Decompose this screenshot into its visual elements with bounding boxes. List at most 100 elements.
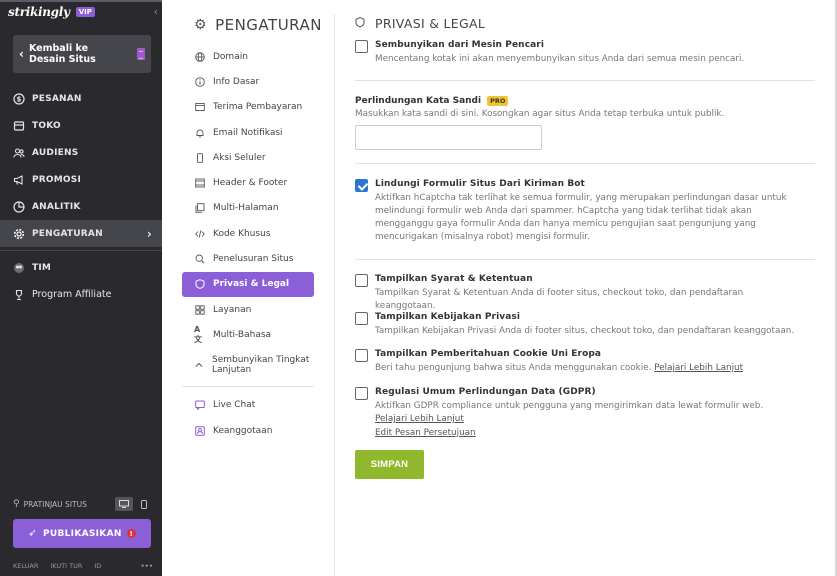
save-button[interactable]: SIMPAN (355, 450, 424, 479)
pro-badge: PRO (487, 96, 509, 106)
gdpr-checkbox[interactable] (355, 387, 368, 400)
sidebar-item-label: PROMOSI (32, 174, 82, 185)
submenu-label: Header & Footer (213, 178, 288, 189)
translate-icon: A文 (194, 324, 202, 344)
alert-badge: ! (126, 529, 136, 538)
cookie-notice-checkbox[interactable] (355, 349, 368, 362)
chevron-right-icon: › (146, 226, 152, 241)
submenu-divider (182, 385, 314, 387)
collapse-sidebar-icon[interactable]: ‹ (154, 5, 158, 18)
sidebar-item-label: PESANAN (32, 93, 82, 104)
layout-icon (194, 178, 205, 189)
submenu-item-live-chat[interactable]: Live Chat (182, 393, 314, 418)
sidebar-item-team[interactable]: TIM (0, 254, 162, 281)
submenu-item-basic-info[interactable]: Info Dasar (182, 69, 314, 94)
back-to-design-label: Kembali ke Desain Situs (28, 43, 96, 65)
back-to-design-button[interactable]: ‹ Kembali ke Desain Situs (13, 35, 151, 73)
brand[interactable]: strikingly VIP (8, 4, 95, 20)
section-divider (355, 80, 815, 81)
publish-label: PUBLIKASIKAN (42, 528, 122, 539)
sidebar-item-promotion[interactable]: PROMOSI (0, 166, 162, 193)
settings-title: ⚙ PENGATURAN (194, 16, 322, 34)
strikingly-logo[interactable]: strikingly (8, 5, 70, 19)
sidebar-item-analytics[interactable]: ANALITIK (0, 193, 162, 220)
section-divider (355, 259, 815, 260)
take-tour-link[interactable]: IKUTI TUR (50, 562, 82, 570)
sidebar-item-label: Program Affiliate (32, 289, 112, 300)
mobile-icon (194, 152, 205, 163)
rocket-icon: ➶ (28, 528, 37, 539)
device-toggle (113, 497, 153, 511)
sidebar-item-label: PENGATURAN (32, 228, 103, 239)
submenu-item-email-notifications[interactable]: Email Notifikasi (182, 120, 314, 145)
language-link[interactable]: ID (94, 562, 101, 570)
top-divider (0, 0, 162, 2)
submenu-item-multi-page[interactable]: Multi-Halaman (182, 196, 314, 221)
more-icon[interactable]: ••• (141, 562, 153, 570)
submenu-item-mobile-actions[interactable]: Aksi Seluler (182, 145, 314, 170)
sidebar-nav: $ PESANAN TOKO AUDIENS PROMOSI ANALITIK … (0, 85, 162, 308)
panel-divider (334, 14, 335, 576)
password-label-text: Perlindungan Kata Sandi (355, 96, 482, 106)
grid-icon (194, 304, 205, 315)
section-divider (355, 163, 815, 164)
submenu-label: Email Notifikasi (213, 127, 283, 138)
submenu-label: Layanan (213, 304, 252, 315)
password-input[interactable] (355, 125, 542, 150)
option-label: Sembunyikan dari Mesin Pencari (375, 40, 545, 50)
chart-icon (13, 200, 25, 213)
submenu-label: Privasi & Legal (213, 279, 290, 290)
hide-from-search-checkbox[interactable] (355, 40, 368, 53)
submenu-label: Terima Pembayaran (213, 102, 303, 113)
submenu-item-header-footer[interactable]: Header & Footer (182, 170, 314, 195)
sidebar-item-settings[interactable]: PENGATURAN › (0, 220, 162, 247)
edit-consent-message-link[interactable]: Edit Pesan Persetujuan (375, 428, 476, 438)
option-description: Aktifkan GDPR compliance untuk pengguna … (375, 400, 795, 426)
payment-icon (194, 102, 205, 113)
option-description: Beri tahu pengunjung bahwa situs Anda me… (375, 362, 805, 375)
option-description: Tampilkan Kebijakan Privasi Anda di foot… (375, 326, 795, 336)
mobile-icon[interactable] (135, 497, 153, 511)
search-icon: ⚲ (13, 499, 20, 509)
sidebar-item-label: AUDIENS (32, 147, 79, 158)
gear-icon: ⚙ (194, 17, 208, 33)
privacy-policy-checkbox[interactable] (355, 312, 368, 325)
cookie-learn-more-link[interactable]: Pelajari Lebih Lanjut (654, 363, 743, 373)
sidebar-item-store[interactable]: TOKO (0, 112, 162, 139)
preview-label: PRATINJAU SITUS (23, 499, 87, 509)
sidebar-footer: KELUAR IKUTI TUR ID ••• (13, 562, 153, 570)
submenu-label: Aksi Seluler (213, 152, 266, 163)
logout-link[interactable]: KELUAR (13, 562, 38, 570)
submenu-item-hide-advanced[interactable]: Sembunyikan Tingkat Lanjutan (182, 348, 314, 382)
nav-divider (0, 250, 162, 251)
submenu-item-services[interactable]: Layanan (182, 297, 314, 322)
submenu-item-payments[interactable]: Terima Pembayaran (182, 95, 314, 120)
sidebar-item-orders[interactable]: $ PESANAN (0, 85, 162, 112)
bot-protection-checkbox[interactable] (355, 179, 368, 192)
submenu-label: Multi-Halaman (213, 203, 279, 214)
submenu-item-privacy-legal[interactable]: Privasi & Legal (182, 271, 314, 297)
option-description: Tampilkan Syarat & Ketentuan Anda di foo… (375, 288, 744, 311)
gdpr-learn-more-link[interactable]: Pelajari Lebih Lanjut (375, 414, 464, 424)
terms-checkbox[interactable] (355, 274, 368, 287)
settings-list: Domain Info Dasar Terima Pembayaran Emai… (182, 44, 314, 443)
submenu-label: Domain (213, 51, 248, 62)
publish-button[interactable]: ➶ PUBLIKASIKAN ! (13, 519, 151, 548)
submenu-item-membership[interactable]: Keanggotaan (182, 418, 314, 443)
editor-icon (137, 48, 145, 60)
sidebar-item-affiliate[interactable]: Program Affiliate (0, 281, 162, 308)
submenu-label: Kode Khusus (213, 228, 271, 239)
desktop-icon[interactable] (115, 497, 133, 511)
submenu-item-custom-code[interactable]: Kode Khusus (182, 221, 314, 246)
dollar-icon: $ (13, 92, 25, 105)
submenu-item-multi-language[interactable]: A文 Multi-Bahasa (182, 322, 314, 347)
sidebar-item-label: TIM (32, 262, 52, 273)
submenu-item-domain[interactable]: Domain (182, 44, 314, 69)
option-label: Lindungi Formulir Situs Dari Kiriman Bot (375, 179, 585, 189)
submenu-item-site-search[interactable]: Penelusuran Situs (182, 246, 314, 271)
search-icon (194, 254, 205, 265)
submenu-label: Multi-Bahasa (213, 329, 272, 340)
store-icon (13, 120, 25, 132)
sidebar-item-audience[interactable]: AUDIENS (0, 139, 162, 166)
password-protection-label: Perlindungan Kata Sandi PRO (355, 96, 509, 106)
